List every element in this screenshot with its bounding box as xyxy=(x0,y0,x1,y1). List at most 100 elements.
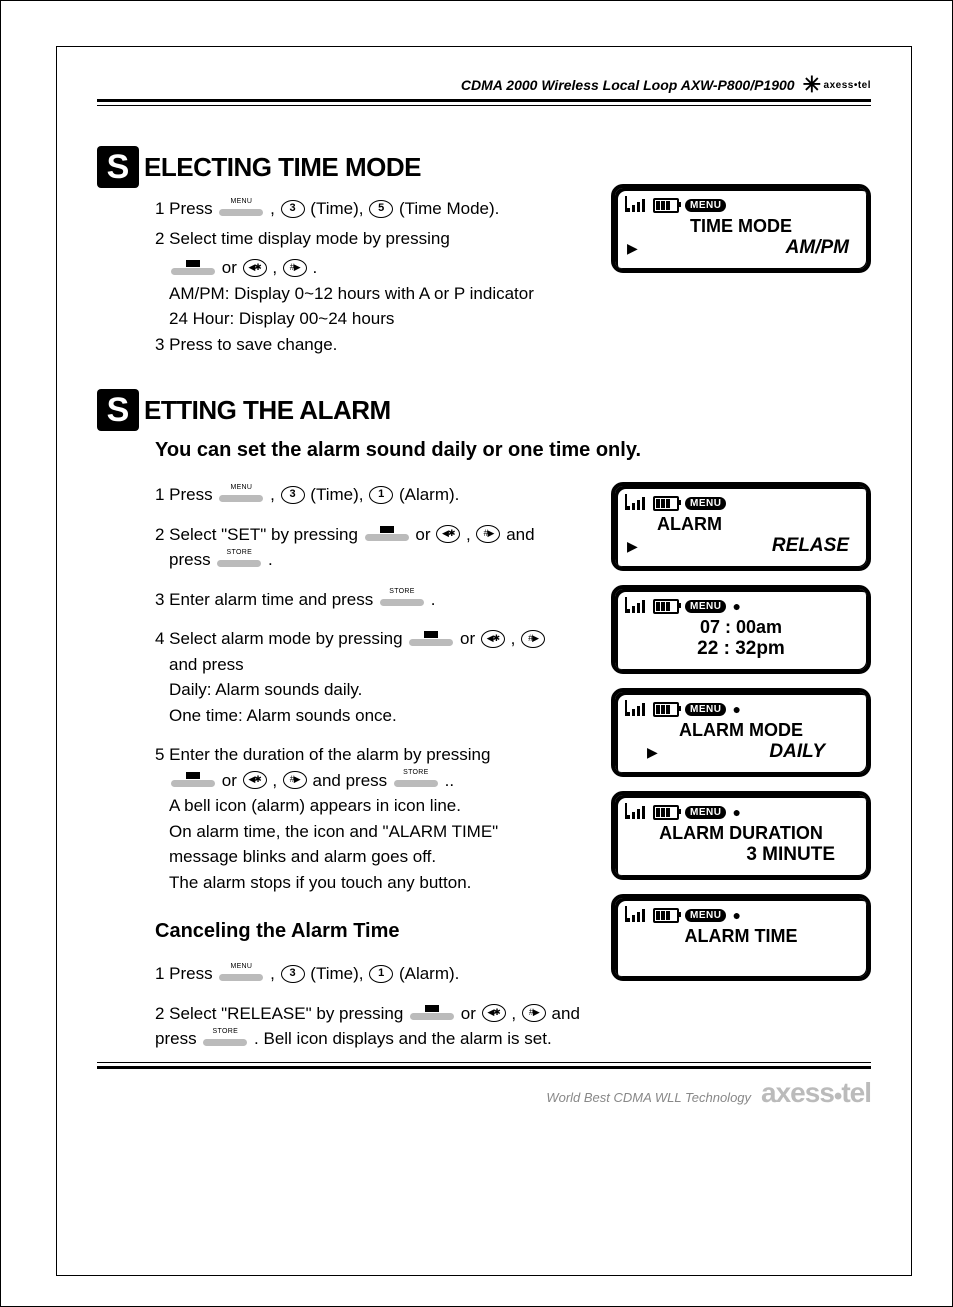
signal-icon xyxy=(627,496,647,510)
footer-rule xyxy=(97,1062,871,1069)
lcd-line1: ALARM DURATION xyxy=(627,823,855,844)
store-key-icon xyxy=(217,554,261,568)
star-key-icon xyxy=(436,525,460,543)
product-name: CDMA 2000 Wireless Local Loop AXW-P800/P… xyxy=(461,77,795,93)
triangle-right-icon: ▶ xyxy=(627,240,638,257)
battery-icon xyxy=(653,496,679,511)
step-2b: or , . xyxy=(169,255,581,281)
page-header: CDMA 2000 Wireless Local Loop AXW-P800/P… xyxy=(97,77,871,93)
store-key-icon xyxy=(203,1033,247,1047)
menu-indicator: MENU xyxy=(685,909,726,922)
lcd-line1: ALARM MODE xyxy=(627,720,855,741)
star-key-icon xyxy=(481,630,505,648)
bell-icon: ● xyxy=(732,598,740,614)
hash-key-icon xyxy=(283,771,307,789)
lcd-line1: ALARM xyxy=(627,514,855,535)
volume-key-icon xyxy=(410,1007,454,1021)
signal-icon xyxy=(627,702,647,716)
digit-3-key-icon: 3 xyxy=(281,965,305,983)
volume-key-icon xyxy=(409,633,453,647)
dropcap-s: S xyxy=(97,389,139,431)
step-3: 3 Press to save change. xyxy=(155,332,581,358)
lcd-value: RELASE xyxy=(648,535,855,557)
menu-indicator: MENU xyxy=(685,199,726,212)
menu-indicator: MENU xyxy=(685,806,726,819)
digit-5-key-icon: 5 xyxy=(369,200,393,218)
lcd-value: AM/PM xyxy=(648,237,855,259)
hash-key-icon xyxy=(521,630,545,648)
body-setting-alarm: 1 Press , 3 (Time), 1 (Alarm). 2 Select … xyxy=(155,482,581,895)
triangle-right-icon: ▶ xyxy=(627,538,638,555)
lcd-time-mode: MENU TIME MODE ▶ AM/PM xyxy=(611,184,871,273)
hash-key-icon xyxy=(476,525,500,543)
alarm-step-5: 5 Enter the duration of the alarm by pre… xyxy=(155,742,581,895)
star-key-icon xyxy=(482,1004,506,1022)
spark-icon: ✳ xyxy=(803,80,822,90)
heading-selecting-time-mode: ELECTING TIME MODE xyxy=(144,152,421,183)
alarm-step-1: 1 Press , 3 (Time), 1 (Alarm). xyxy=(155,482,581,508)
signal-icon xyxy=(627,805,647,819)
dropcap-s: S xyxy=(97,146,139,188)
digit-3-key-icon: 3 xyxy=(281,486,305,504)
alarm-step-4: 4 Select alarm mode by pressing or , and… xyxy=(155,626,581,728)
signal-icon xyxy=(627,908,647,922)
cancel-step-1: 1 Press , 3 (Time), 1 (Alarm). xyxy=(155,961,581,987)
battery-icon xyxy=(653,805,679,820)
bell-icon: ● xyxy=(732,907,740,923)
24h-desc: 24 Hour: Display 00~24 hours xyxy=(169,306,581,332)
battery-icon xyxy=(653,198,679,213)
lcd-alarm-mode: MENU ● ALARM MODE ▶ DAILY xyxy=(611,688,871,777)
menu-indicator: MENU xyxy=(685,703,726,716)
alarm-step-2: 2 Select "SET" by pressing or , and pres… xyxy=(155,522,581,573)
lcd-line1: ALARM TIME xyxy=(627,926,855,947)
store-key-icon xyxy=(394,774,438,788)
lcd-line1: 07 : 00am xyxy=(627,617,855,638)
store-key-icon xyxy=(380,593,424,607)
body-selecting-time-mode: 1 Press , 3 (Time), 5 (Time Mode). 2 Sel… xyxy=(155,196,581,357)
hash-key-icon xyxy=(283,259,307,277)
volume-key-icon xyxy=(171,774,215,788)
cancel-step-2: 2 Select "RELEASE" by pressing or , and … xyxy=(155,1001,581,1052)
page-footer: World Best CDMA WLL Technology axess•tel xyxy=(97,1077,871,1109)
footer-brand: axess•tel xyxy=(761,1077,871,1109)
menu-key-icon xyxy=(219,489,263,503)
volume-key-icon xyxy=(171,262,215,276)
volume-key-icon xyxy=(365,528,409,542)
lcd-alarm-duration: MENU ● ALARM DURATION 3 MINUTE xyxy=(611,791,871,880)
bell-icon: ● xyxy=(732,701,740,717)
battery-icon xyxy=(653,702,679,717)
body-cancel-alarm: 1 Press , 3 (Time), 1 (Alarm). 2 Select … xyxy=(155,961,581,1052)
alarm-step-3: 3 Enter alarm time and press . xyxy=(155,587,581,613)
lcd-value: DAILY xyxy=(668,741,855,763)
menu-indicator: MENU xyxy=(685,497,726,510)
battery-icon xyxy=(653,599,679,614)
triangle-right-icon: ▶ xyxy=(647,744,658,761)
bell-icon: ● xyxy=(732,804,740,820)
digit-3-key-icon: 3 xyxy=(281,200,305,218)
signal-icon xyxy=(627,198,647,212)
brand-logo-small: ✳ axess•tel xyxy=(803,80,871,91)
lcd-alarm-time-msg: MENU ● ALARM TIME xyxy=(611,894,871,981)
menu-key-icon xyxy=(219,203,263,217)
lcd-alarm-release: MENU ALARM ▶ RELASE xyxy=(611,482,871,571)
signal-icon xyxy=(627,599,647,613)
lcd-alarm-time-entry: MENU ● 07 : 00am 22 : 32pm xyxy=(611,585,871,674)
battery-icon xyxy=(653,908,679,923)
digit-1-key-icon: 1 xyxy=(369,965,393,983)
lcd-line1: TIME MODE xyxy=(627,216,855,237)
section-title-setting-alarm: S ETTING THE ALARM xyxy=(97,389,871,431)
menu-indicator: MENU xyxy=(685,600,726,613)
cancel-heading: Canceling the Alarm Time xyxy=(155,920,581,943)
star-key-icon xyxy=(243,259,267,277)
star-key-icon xyxy=(243,771,267,789)
step-1: 1 Press , 3 (Time), 5 (Time Mode). xyxy=(155,196,581,222)
header-rule xyxy=(97,99,871,106)
step-2: 2 Select time display mode by pressing xyxy=(155,226,581,252)
section-title-time-mode: S ELECTING TIME MODE xyxy=(97,146,581,188)
hash-key-icon xyxy=(522,1004,546,1022)
lcd-line2: 22 : 32pm xyxy=(627,638,855,660)
footer-tagline: World Best CDMA WLL Technology xyxy=(546,1090,751,1105)
heading-setting-alarm: ETTING THE ALARM xyxy=(144,395,391,426)
digit-1-key-icon: 1 xyxy=(369,486,393,504)
ampm-desc: AM/PM: Display 0~12 hours with A or P in… xyxy=(169,281,581,307)
